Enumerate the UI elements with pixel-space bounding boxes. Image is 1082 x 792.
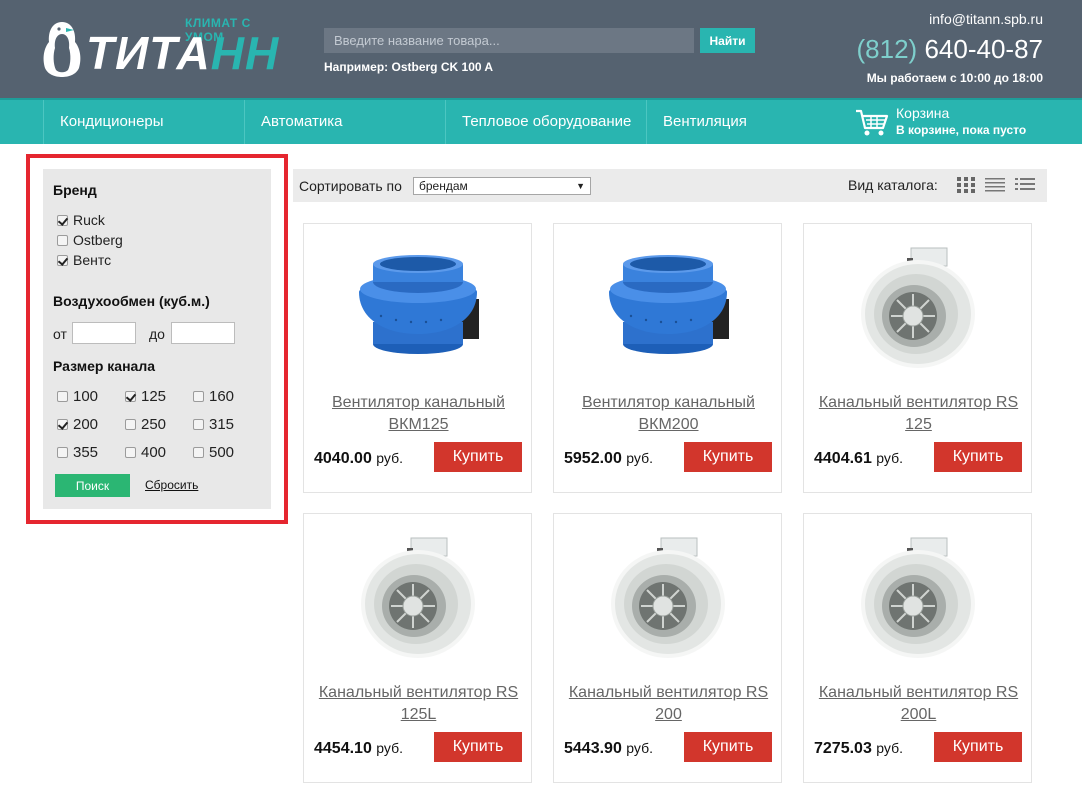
cart-widget[interactable]: Корзина В корзине, пока пусто — [855, 104, 1055, 142]
product-price: 5443.90 руб. — [564, 740, 653, 757]
checkbox-unchecked-icon — [193, 447, 204, 458]
filter-search-button[interactable]: Поиск — [55, 474, 130, 497]
nav-item-conditioners[interactable]: Кондиционеры — [43, 100, 245, 144]
checkbox-unchecked-icon — [125, 419, 136, 430]
sort-label: Сортировать по — [299, 178, 402, 194]
product-image-white-duct-fan[interactable] — [851, 534, 986, 659]
buy-button[interactable]: Купить — [434, 442, 522, 472]
product-name-link[interactable]: Канальный вентилятор RS 125 — [814, 392, 1023, 436]
search-hint: Например: Ostberg CK 100 A — [324, 60, 494, 74]
checkbox-unchecked-icon — [125, 447, 136, 458]
product-image-white-duct-fan[interactable] — [351, 534, 486, 659]
size-checkbox-400[interactable]: 400 — [125, 444, 166, 461]
buy-button[interactable]: Купить — [684, 442, 772, 472]
airflow-from-label: от — [53, 326, 67, 342]
checkbox-unchecked-icon — [57, 447, 68, 458]
brand-filter-title: Бренд — [53, 182, 97, 198]
size-checkbox-355[interactable]: 355 — [57, 444, 98, 461]
airflow-to-label: до — [149, 326, 165, 342]
product-name-link[interactable]: Вентилятор канальный ВКМ200 — [564, 392, 773, 436]
size-checkbox-315[interactable]: 315 — [193, 416, 234, 433]
airflow-from-input[interactable] — [72, 322, 136, 344]
size-checkbox-100[interactable]: 100 — [57, 388, 98, 405]
size-checkbox-200[interactable]: 200 — [57, 416, 98, 433]
list-view-icon[interactable] — [985, 176, 1005, 194]
brand-checkbox-vents[interactable]: Вентс — [57, 252, 111, 268]
size-filter-title: Размер канала — [53, 358, 156, 374]
product-image-white-duct-fan[interactable] — [601, 534, 736, 659]
filter-panel: Бренд Ruck Ostberg Вентс Воздухообмен (к… — [43, 169, 271, 509]
product-card[interactable]: Канальный вентилятор RS 125 4404.61 руб. К… — [803, 223, 1032, 493]
checkbox-checked-icon — [57, 419, 68, 430]
buy-button[interactable]: Купить — [934, 732, 1022, 762]
dropdown-arrow-icon: ▼ — [576, 181, 585, 191]
product-image-blue-duct-fan[interactable] — [351, 244, 486, 369]
product-card[interactable]: Канальный вентилятор RS 200L 7275.03 руб.… — [803, 513, 1032, 783]
nav-item-ventilation[interactable]: Вентиляция — [646, 100, 806, 144]
checkbox-checked-icon — [57, 254, 68, 266]
site-logo[interactable]: КЛИМАТ С УМОМ ТИТАНН — [40, 16, 290, 80]
view-label: Вид каталога: — [848, 177, 938, 193]
checkbox-unchecked-icon — [193, 391, 204, 402]
product-image-white-duct-fan[interactable] — [851, 244, 986, 369]
product-name-link[interactable]: Канальный вентилятор RS 200L — [814, 682, 1023, 726]
site-header: КЛИМАТ С УМОМ ТИТАНН Найти Например: Ost… — [0, 0, 1082, 98]
checkbox-checked-icon — [57, 214, 68, 226]
size-checkbox-125[interactable]: 125 — [125, 388, 166, 405]
contact-phone: (812) 640-40-87 — [856, 34, 1043, 64]
penguin-logo-icon — [43, 22, 81, 77]
working-hours: Мы работаем с 10:00 до 18:00 — [866, 71, 1043, 85]
product-card[interactable]: Вентилятор канальный ВКМ200 5952.00 руб. К… — [553, 223, 782, 493]
buy-button[interactable]: Купить — [684, 732, 772, 762]
buy-button[interactable]: Купить — [434, 732, 522, 762]
main-nav: Кондиционеры Автоматика Тепловое оборудо… — [0, 98, 1082, 144]
buy-button[interactable]: Купить — [934, 442, 1022, 472]
search-input[interactable] — [324, 28, 694, 53]
brand-checkbox-ostberg[interactable]: Ostberg — [57, 232, 123, 248]
search-button[interactable]: Найти — [700, 28, 755, 53]
product-name-link[interactable]: Канальный вентилятор RS 125L — [314, 682, 523, 726]
nav-item-heating[interactable]: Тепловое оборудование — [445, 100, 646, 144]
checkbox-unchecked-icon — [57, 391, 68, 402]
nav-item-automation[interactable]: Автоматика — [244, 100, 445, 144]
cart-status: В корзине, пока пусто — [896, 123, 1027, 137]
product-card[interactable]: Канальный вентилятор RS 125L 4454.10 руб.… — [303, 513, 532, 783]
checkbox-unchecked-icon — [57, 234, 68, 246]
airflow-to-input[interactable] — [171, 322, 235, 344]
product-price: 4454.10 руб. — [314, 740, 403, 757]
detailed-list-view-icon[interactable] — [1015, 176, 1035, 194]
size-checkbox-250[interactable]: 250 — [125, 416, 166, 433]
size-checkbox-500[interactable]: 500 — [193, 444, 234, 461]
product-price: 5952.00 руб. — [564, 450, 653, 467]
product-name-link[interactable]: Вентилятор канальный ВКМ125 — [314, 392, 523, 436]
grid-view-icon[interactable] — [956, 176, 976, 194]
shopping-cart-icon — [856, 109, 889, 136]
contact-email[interactable]: info@titann.spb.ru — [929, 11, 1043, 27]
product-price: 4040.00 руб. — [314, 450, 403, 467]
cart-title: Корзина — [896, 105, 950, 121]
checkbox-unchecked-icon — [193, 419, 204, 430]
product-image-blue-duct-fan[interactable] — [601, 244, 736, 369]
size-checkbox-160[interactable]: 160 — [193, 388, 234, 405]
product-card[interactable]: Вентилятор канальный ВКМ125 4040.00 руб. К… — [303, 223, 532, 493]
product-name-link[interactable]: Канальный вентилятор RS 200 — [564, 682, 773, 726]
sort-bar: Сортировать по брендам ▼ Вид каталога: — [293, 169, 1047, 202]
product-card[interactable]: Канальный вентилятор RS 200 5443.90 руб. К… — [553, 513, 782, 783]
sort-select[interactable]: брендам ▼ — [413, 177, 591, 195]
checkbox-checked-icon — [125, 391, 136, 402]
logo-wordmark: ТИТАНН — [86, 27, 280, 79]
product-price: 4404.61 руб. — [814, 450, 903, 467]
brand-checkbox-ruck[interactable]: Ruck — [57, 212, 105, 228]
airflow-filter-title: Воздухообмен (куб.м.) — [53, 293, 210, 309]
product-price: 7275.03 руб. — [814, 740, 903, 757]
filter-reset-link[interactable]: Сбросить — [145, 478, 198, 492]
